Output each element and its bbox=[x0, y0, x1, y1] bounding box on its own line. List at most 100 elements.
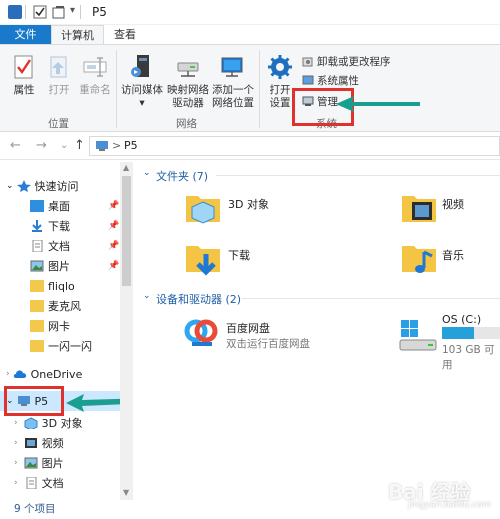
customize-toolbar-dropdown[interactable]: ▾ bbox=[70, 5, 75, 16]
new-folder-icon[interactable] bbox=[52, 5, 66, 19]
nav-item-microphone[interactable]: 麦克风 bbox=[30, 296, 81, 316]
scroll-down-arrow-icon[interactable]: ▼ bbox=[123, 488, 129, 497]
breadcrumb-p5[interactable]: P5 bbox=[124, 139, 138, 152]
nav-label: 快速访问 bbox=[34, 180, 79, 193]
collapse-folders-icon[interactable]: ⌄ bbox=[143, 168, 151, 178]
folder-tile-videos[interactable] bbox=[400, 188, 438, 229]
explorer-app-icon[interactable] bbox=[8, 5, 22, 19]
add-network-location-button[interactable]: 添加一个 网络位置 bbox=[210, 54, 256, 110]
properties-check-icon[interactable] bbox=[33, 5, 47, 19]
folder-icon bbox=[30, 340, 44, 352]
breadcrumb-separator[interactable]: > bbox=[112, 139, 121, 152]
folder-icon bbox=[30, 280, 44, 292]
nav-onedrive[interactable]: › OneDrive bbox=[6, 364, 82, 384]
system-properties-icon bbox=[302, 75, 314, 85]
pin-icon[interactable]: 📌 bbox=[108, 241, 119, 251]
pin-icon[interactable]: 📌 bbox=[108, 201, 119, 211]
collapse-devices-icon[interactable]: ⌄ bbox=[143, 291, 151, 301]
nav-item-pictures[interactable]: 图片 bbox=[30, 256, 70, 276]
rename-button[interactable]: 重命名 bbox=[76, 54, 114, 97]
system-properties-button[interactable]: 系统属性 bbox=[302, 72, 359, 88]
drive-free-space: 103 GB 可用 bbox=[442, 344, 495, 371]
back-button[interactable]: ← bbox=[10, 138, 21, 153]
device-tile-baidu-netdisk[interactable] bbox=[182, 314, 220, 355]
nav-pc-pictures[interactable]: › 图片 bbox=[14, 453, 64, 473]
star-icon bbox=[16, 180, 31, 192]
annotation-highlight-box bbox=[4, 386, 64, 416]
tab-file[interactable]: 文件 bbox=[0, 25, 51, 45]
open-button[interactable]: 打开 bbox=[43, 54, 75, 97]
pictures-icon bbox=[24, 457, 38, 469]
nav-label: OneDrive bbox=[30, 367, 83, 381]
tab-view[interactable]: 查看 bbox=[104, 25, 146, 45]
open-icon bbox=[50, 56, 67, 78]
map-network-drive-button[interactable]: 映射网络 驱动器 bbox=[166, 54, 210, 110]
expand-arrow-icon[interactable]: › bbox=[14, 458, 18, 468]
group-separator bbox=[259, 50, 260, 128]
nav-item-yishanyishan[interactable]: 一闪一闪 bbox=[30, 336, 92, 356]
network-location-icon bbox=[221, 57, 243, 77]
windows-drive-icon bbox=[399, 320, 437, 351]
add-location-line2: 网络位置 bbox=[212, 97, 254, 109]
network-group-label: 网络 bbox=[176, 118, 197, 130]
nav-label: 一闪一闪 bbox=[48, 340, 92, 353]
access-media-dropdown[interactable]: ▾ bbox=[139, 97, 144, 110]
nav-item-desktop[interactable]: 桌面 bbox=[30, 196, 70, 216]
folder-tile-music[interactable] bbox=[400, 238, 438, 283]
up-button[interactable]: ↑ bbox=[74, 138, 85, 153]
expand-arrow-icon[interactable]: ⌄ bbox=[6, 181, 14, 191]
nav-label: 图片 bbox=[41, 457, 64, 470]
nav-pc-3d-objects[interactable]: › 3D 对象 bbox=[14, 413, 83, 433]
nav-quick-access[interactable]: ⌄ 快速访问 bbox=[6, 176, 79, 196]
toolbar-divider bbox=[25, 5, 26, 19]
tab-computer[interactable]: 计算机 bbox=[51, 25, 104, 45]
rename-icon bbox=[83, 57, 107, 77]
toolbar-divider bbox=[80, 5, 81, 19]
download-icon bbox=[32, 220, 42, 232]
nav-label: 网卡 bbox=[48, 320, 70, 333]
access-media-button[interactable]: 访问媒体 ▾ bbox=[120, 54, 164, 110]
uninstall-programs-button[interactable]: 卸载或更改程序 bbox=[302, 53, 391, 69]
folder-label: 下载 bbox=[228, 249, 250, 262]
expand-arrow-icon[interactable]: › bbox=[14, 438, 18, 448]
expand-arrow-icon[interactable]: › bbox=[14, 418, 18, 428]
cloud-icon bbox=[13, 370, 26, 378]
expand-arrow-icon[interactable]: › bbox=[14, 478, 18, 488]
document-icon bbox=[26, 477, 37, 489]
nav-item-downloads[interactable]: 下载 bbox=[30, 216, 70, 236]
folders-section-header[interactable]: 文件夹 (7) bbox=[156, 168, 208, 184]
nav-label: 文档 bbox=[41, 477, 64, 490]
pin-icon[interactable]: 📌 bbox=[108, 261, 119, 271]
nav-item-documents[interactable]: 文档 bbox=[30, 236, 70, 256]
scroll-up-arrow-icon[interactable]: ▲ bbox=[123, 163, 129, 172]
properties-button[interactable]: 属性 bbox=[8, 54, 40, 97]
nav-scrollbar-thumb[interactable] bbox=[122, 176, 131, 286]
recent-locations-dropdown[interactable]: ⌄ bbox=[60, 140, 68, 151]
nav-label: 桌面 bbox=[48, 200, 70, 213]
devices-section-header[interactable]: 设备和驱动器 (2) bbox=[156, 291, 241, 307]
music-folder-icon bbox=[402, 246, 436, 273]
system-properties-label: 系统属性 bbox=[317, 74, 359, 87]
pin-icon[interactable]: 📌 bbox=[108, 221, 119, 231]
3d-objects-folder-icon bbox=[186, 196, 220, 224]
baidu-name: 百度网盘 bbox=[226, 322, 270, 335]
folder-tile-3d-objects[interactable] bbox=[184, 188, 222, 229]
drive-usage-fill bbox=[442, 327, 474, 339]
expand-arrow-icon[interactable]: › bbox=[6, 369, 10, 379]
nav-label: 3D 对象 bbox=[41, 417, 83, 430]
desktop-icon bbox=[30, 200, 44, 212]
nav-pc-videos[interactable]: › 视频 bbox=[14, 433, 64, 453]
network-drive-icon bbox=[177, 62, 199, 77]
nav-pc-documents[interactable]: › 文档 bbox=[14, 473, 64, 493]
folder-tile-downloads[interactable] bbox=[184, 238, 222, 283]
address-input[interactable]: > P5 bbox=[89, 136, 500, 156]
forward-button[interactable]: → bbox=[36, 138, 47, 153]
nav-item-fliqlo[interactable]: fliqlo bbox=[30, 276, 75, 296]
navigation-pane: ⌄ 快速访问 桌面 📌 下载 📌 文档 📌 图片 📌 fliqlo 麦克风 网卡… bbox=[0, 162, 120, 500]
nav-label: 视频 bbox=[41, 437, 64, 450]
uninstall-label: 卸载或更改程序 bbox=[317, 55, 391, 68]
device-tile-os-drive[interactable] bbox=[398, 316, 438, 357]
computer-icon bbox=[96, 141, 108, 151]
folder-label: 视频 bbox=[442, 198, 464, 211]
nav-item-network-card[interactable]: 网卡 bbox=[30, 316, 70, 336]
